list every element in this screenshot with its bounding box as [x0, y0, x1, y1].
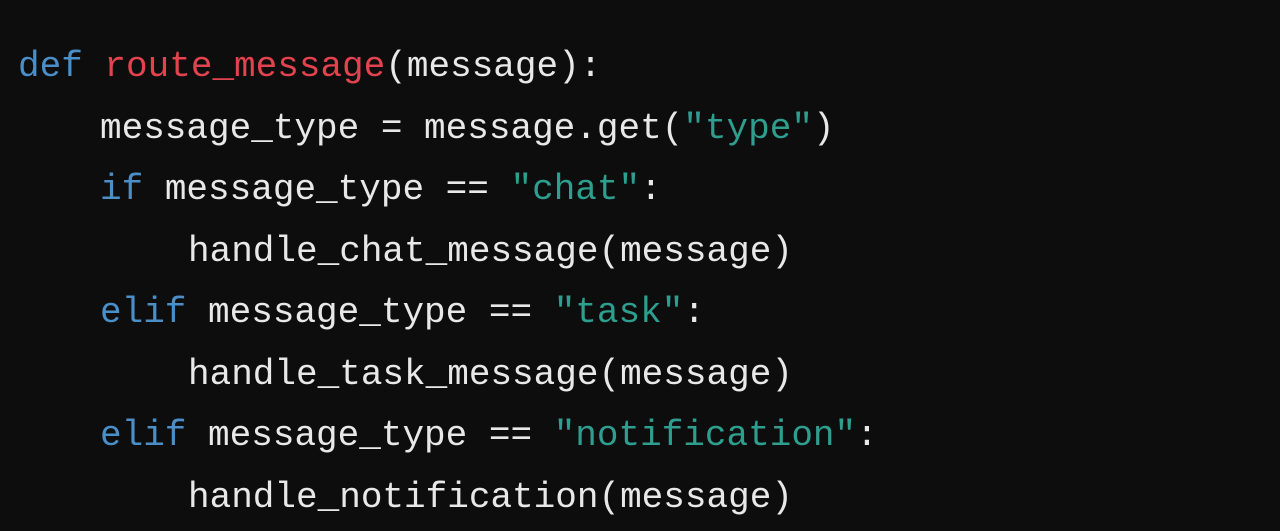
code-block: def route_message(message): message_type … [18, 36, 878, 528]
function-call: handle_notification(message) [188, 476, 793, 518]
keyword-elif: elif [100, 415, 187, 456]
colon: : [683, 292, 705, 333]
string-literal: "notification" [553, 415, 857, 456]
keyword-if: if [100, 169, 144, 210]
code-line-4: handle_chat_message(message) [18, 221, 878, 283]
function-name: route_message [104, 46, 386, 87]
condition-expression: message_type == [143, 169, 511, 210]
code-line-2: message_type = message.get("type") [18, 98, 878, 160]
colon: : [640, 169, 662, 210]
function-call: handle_task_message(message) [188, 353, 793, 395]
condition-expression: message_type == [186, 415, 554, 456]
code-line-6: handle_task_message(message) [18, 344, 878, 406]
closing-paren: ) [812, 107, 835, 149]
assignment-expression: message_type = message.get( [100, 107, 684, 149]
function-params: (message): [385, 46, 602, 87]
string-literal: "type" [683, 107, 813, 149]
code-editor-view: def route_message(message): message_type … [0, 0, 1280, 531]
colon: : [856, 415, 878, 456]
function-call: handle_chat_message(message) [188, 230, 793, 272]
code-line-7: elif message_type == "notification": [18, 405, 878, 467]
keyword-def: def [18, 46, 83, 87]
code-line-3: if message_type == "chat": [18, 159, 878, 221]
code-line-8: handle_notification(message) [18, 467, 878, 529]
string-literal: "task" [553, 292, 684, 333]
condition-expression: message_type == [186, 292, 554, 333]
string-literal: "chat" [510, 169, 641, 210]
code-line-1: def route_message(message): [18, 36, 878, 98]
keyword-elif: elif [100, 292, 187, 333]
code-line-5: elif message_type == "task": [18, 282, 878, 344]
